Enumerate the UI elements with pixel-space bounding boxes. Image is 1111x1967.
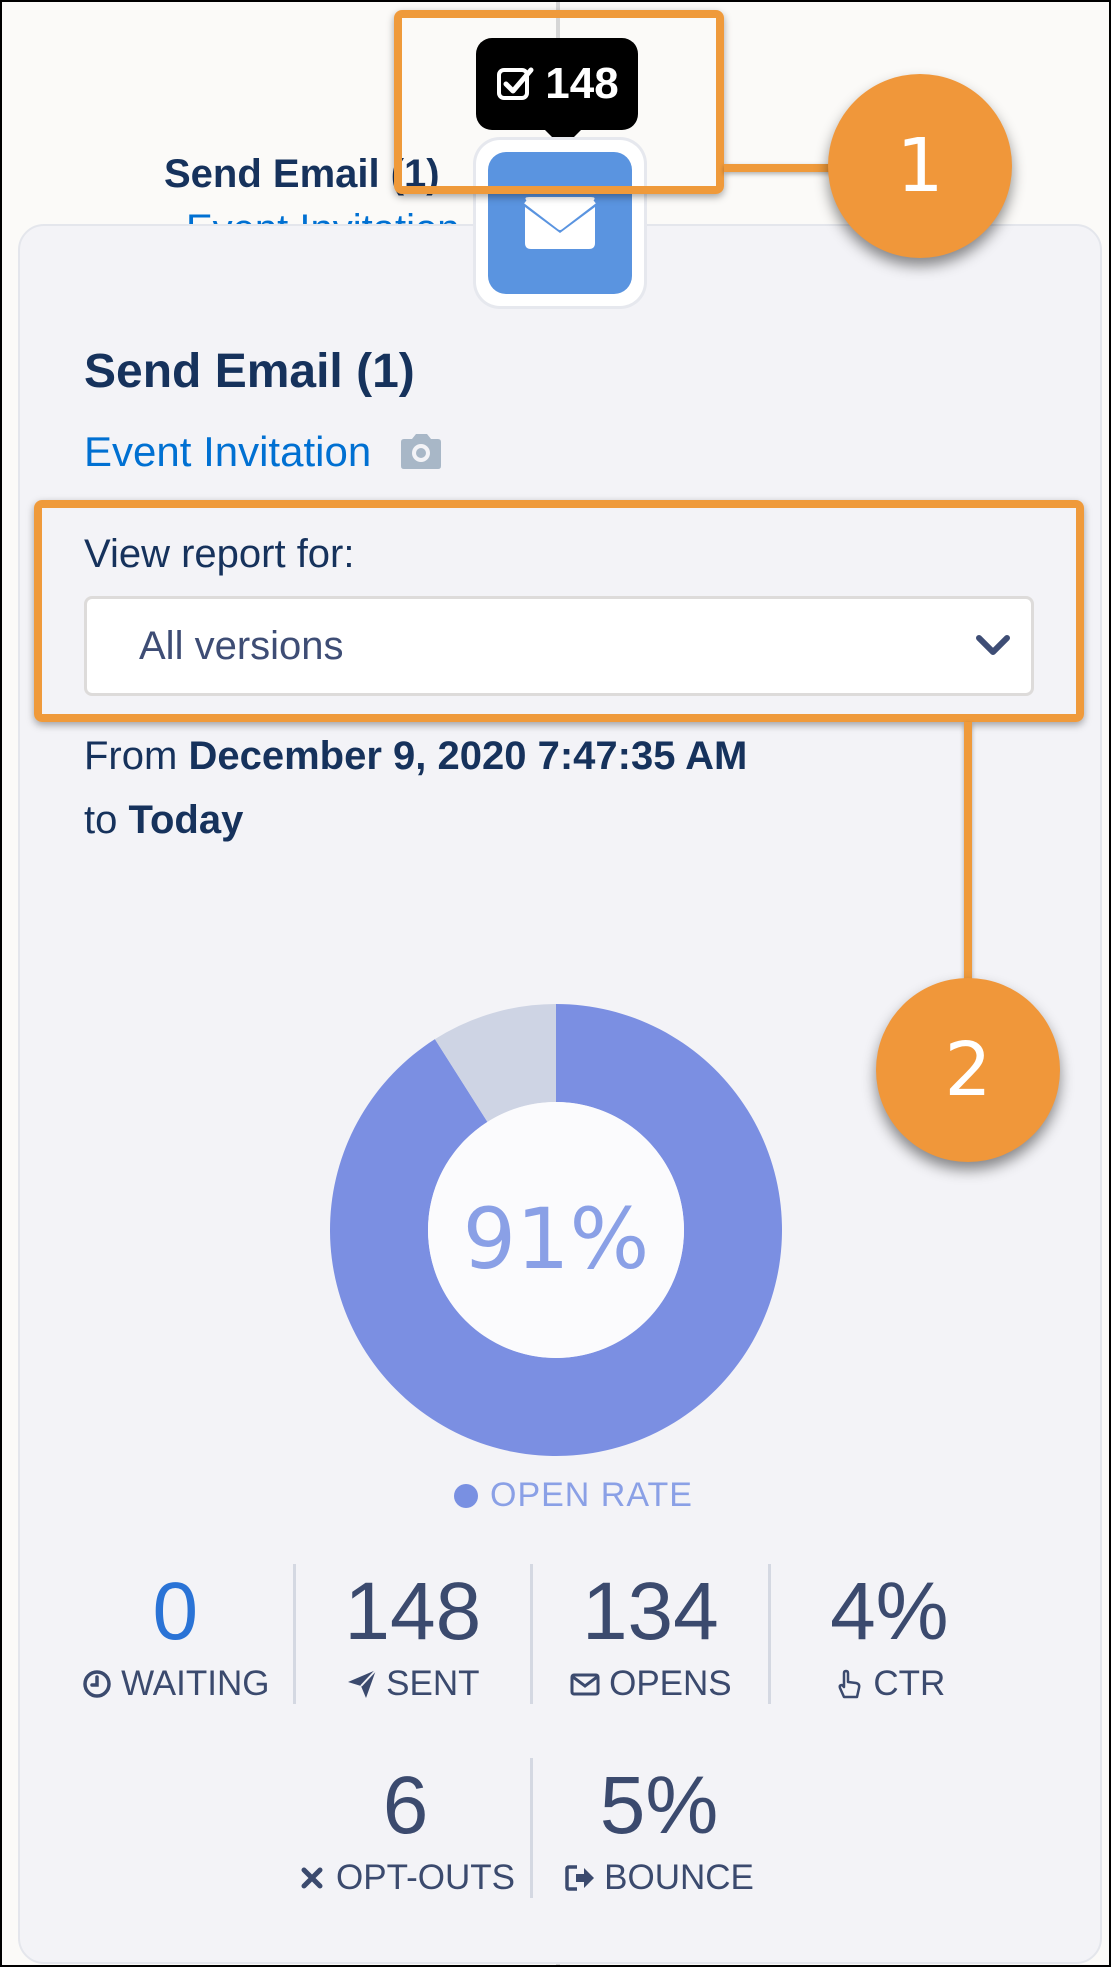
metric-label: BOUNCE	[604, 1858, 754, 1897]
metric-label: OPENS	[609, 1664, 732, 1703]
metric-value: 148	[344, 1566, 482, 1657]
metric-label-row: WAITING	[81, 1664, 269, 1704]
date-from-prefix: From	[84, 734, 178, 778]
metric-value: 4%	[830, 1566, 949, 1657]
metrics-row-2: 6 OPT-OUTS 5% BOUNCE	[58, 1758, 1008, 1898]
metrics-row-1: 0 WAITING 148 SENT 134 OPENS 4% CTR	[58, 1564, 1008, 1704]
metric-label-row: SENT	[346, 1664, 480, 1704]
callout-1-badge: 1	[828, 74, 1012, 258]
metric-value: 5%	[599, 1760, 719, 1851]
callout-1-highlight	[394, 10, 724, 194]
metric-label-row: BOUNCE	[564, 1858, 754, 1898]
metric-label: WAITING	[121, 1664, 270, 1703]
legend-label: OPEN RATE	[490, 1476, 693, 1514]
metric-opt-outs: 6 OPT-OUTS	[281, 1758, 533, 1898]
sign-out-icon	[565, 1865, 595, 1891]
pointer-hand-icon	[838, 1669, 861, 1699]
callout-2-connector	[964, 722, 972, 980]
metric-value: 0	[152, 1566, 199, 1657]
metric-label-row: CTR	[833, 1664, 945, 1704]
chart-legend: OPEN RATE	[454, 1476, 693, 1515]
email-template-link[interactable]: Event Invitation	[84, 428, 445, 476]
date-from-value: December 9, 2020 7:47:35 AM	[188, 734, 748, 778]
metric-label: SENT	[386, 1664, 480, 1703]
callout-1-connector	[724, 164, 834, 172]
clock-icon	[83, 1670, 111, 1698]
metric-opens: 134 OPENS	[533, 1564, 771, 1704]
legend-dot	[454, 1483, 478, 1508]
paper-plane-icon	[348, 1669, 377, 1698]
x-icon	[301, 1867, 323, 1889]
metric-bounce: 5% BOUNCE	[533, 1758, 785, 1898]
date-to-prefix: to	[84, 798, 118, 842]
email-envelope-icon	[524, 197, 596, 249]
callout-2-highlight	[34, 500, 1084, 722]
metric-sent: 148 SENT	[296, 1564, 534, 1704]
metric-value: 6	[382, 1760, 429, 1851]
metric-ctr: 4% CTR	[771, 1564, 1008, 1704]
donut-center-value: 91%	[462, 1190, 650, 1288]
metric-waiting: 0 WAITING	[58, 1564, 296, 1704]
metric-label-row: OPT-OUTS	[296, 1858, 515, 1898]
email-template-link-text[interactable]: Event Invitation	[84, 428, 371, 476]
envelope-icon	[570, 1673, 600, 1696]
date-to-value: Today	[128, 798, 244, 842]
screenshot-frame: Send Email (1) Event Invitation 148 1 Se…	[2, 2, 1109, 1965]
metric-value: 134	[581, 1566, 719, 1657]
date-range-text: From December 9, 2020 7:47:35 AM to Toda…	[84, 724, 747, 852]
metric-label: CTR	[873, 1664, 946, 1703]
camera-icon[interactable]	[397, 432, 445, 472]
callout-2-badge: 2	[876, 978, 1060, 1162]
metric-label: OPT-OUTS	[336, 1858, 515, 1897]
metric-label-row: OPENS	[569, 1664, 732, 1704]
step-title: Send Email (1)	[84, 345, 415, 398]
